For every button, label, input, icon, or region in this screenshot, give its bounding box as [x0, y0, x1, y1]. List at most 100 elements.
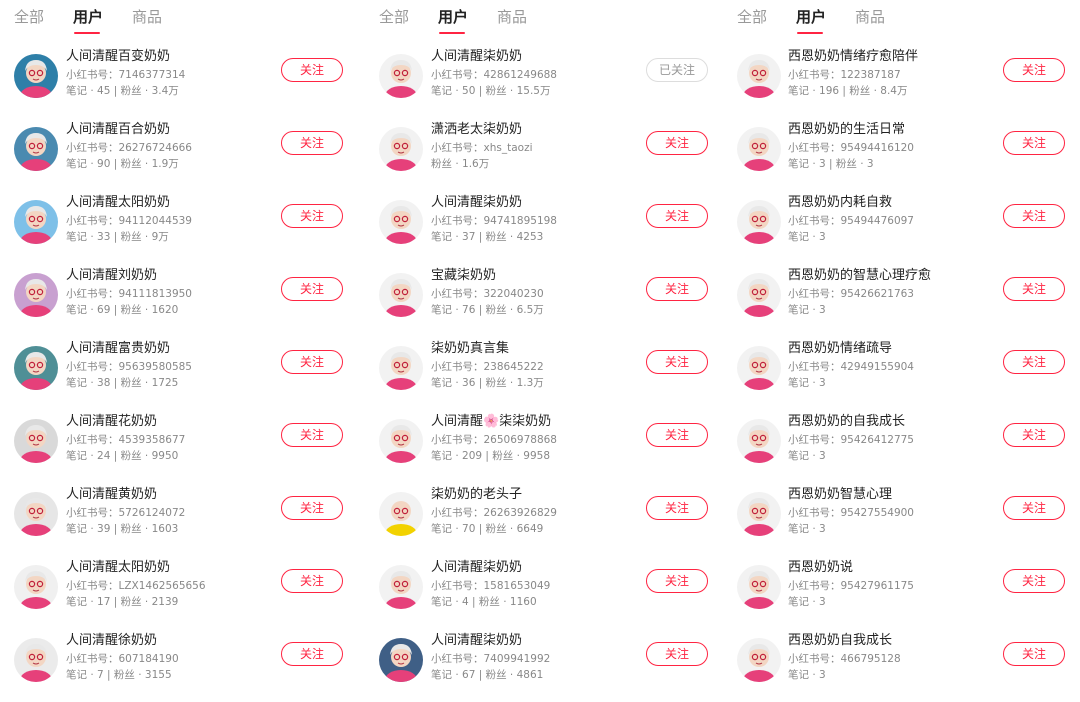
user-row[interactable]: 宝藏柒奶奶 小红书号：322040230 笔记 · 76 | 粉丝 · 6.5万 关注 — [379, 267, 729, 337]
avatar[interactable] — [379, 54, 423, 98]
avatar[interactable] — [14, 346, 58, 390]
avatar[interactable] — [737, 200, 781, 244]
follow-button[interactable]: 关注 — [281, 350, 343, 374]
follow-button[interactable]: 关注 — [1003, 58, 1065, 82]
user-name[interactable]: 西恩奶奶智慧心理 — [788, 486, 892, 504]
user-row[interactable]: 西恩奶奶情绪疗愈陪伴 小红书号：122387187 笔记 · 196 | 粉丝 · … — [737, 48, 1080, 118]
user-name[interactable]: 人间清醒徐奶奶 — [66, 632, 157, 650]
user-row[interactable]: 人间清醒刘奶奶 小红书号：94111813950 笔记 · 69 | 粉丝 · 16… — [14, 267, 364, 337]
user-name[interactable]: 柒奶奶真言集 — [431, 340, 509, 358]
follow-button[interactable]: 关注 — [646, 423, 708, 447]
user-row[interactable]: 西恩奶奶情绪疏导 小红书号：42949155904 笔记 · 3 关注 — [737, 340, 1080, 410]
avatar[interactable] — [737, 419, 781, 463]
follow-button[interactable]: 关注 — [646, 496, 708, 520]
follow-button[interactable]: 关注 — [281, 642, 343, 666]
user-name[interactable]: 人间清醒太阳奶奶 — [66, 194, 170, 212]
user-name[interactable]: 人间清醒百变奶奶 — [66, 48, 170, 66]
user-name[interactable]: 人间清醒柒奶奶 — [431, 632, 522, 650]
user-name[interactable]: 人间清醒柒奶奶 — [431, 559, 522, 577]
user-name[interactable]: 人间清醒刘奶奶 — [66, 267, 157, 285]
user-name[interactable]: 西恩奶奶的智慧心理疗愈 — [788, 267, 931, 285]
user-name[interactable]: 西恩奶奶情绪疗愈陪伴 — [788, 48, 918, 66]
avatar[interactable] — [14, 492, 58, 536]
follow-button[interactable]: 关注 — [281, 569, 343, 593]
follow-button[interactable]: 关注 — [1003, 642, 1065, 666]
avatar[interactable] — [379, 565, 423, 609]
user-name[interactable]: 人间清醒富贵奶奶 — [66, 340, 170, 358]
user-name[interactable]: 人间清醒太阳奶奶 — [66, 559, 170, 577]
user-row[interactable]: 人间清醒百变奶奶 小红书号：7146377314 笔记 · 45 | 粉丝 · 3.… — [14, 48, 364, 118]
user-row[interactable]: 西恩奶奶的生活日常 小红书号：95494416120 笔记 · 3 | 粉丝 · 3… — [737, 121, 1080, 191]
user-row[interactable]: 人间清醒🌸柒柒奶奶 小红书号：26506978868 笔记 · 209 | 粉丝 ·… — [379, 413, 729, 483]
user-row[interactable]: 柒奶奶真言集 小红书号：238645222 笔记 · 36 | 粉丝 · 1.3万 关… — [379, 340, 729, 410]
user-name[interactable]: 人间清醒花奶奶 — [66, 413, 157, 431]
user-name[interactable]: 西恩奶奶的生活日常 — [788, 121, 905, 139]
avatar[interactable] — [14, 273, 58, 317]
avatar[interactable] — [737, 492, 781, 536]
user-row[interactable]: 人间清醒柒奶奶 小红书号：94741895198 笔记 · 37 | 粉丝 · 42… — [379, 194, 729, 264]
user-row[interactable]: 西恩奶奶智慧心理 小红书号：95427554900 笔记 · 3 关注 — [737, 486, 1080, 556]
user-row[interactable]: 人间清醒太阳奶奶 小红书号：94112044539 笔记 · 33 | 粉丝 · 9… — [14, 194, 364, 264]
user-name[interactable]: 西恩奶奶说 — [788, 559, 853, 577]
avatar[interactable] — [14, 54, 58, 98]
user-name[interactable]: 西恩奶奶情绪疏导 — [788, 340, 892, 358]
avatar[interactable] — [14, 638, 58, 682]
user-row[interactable]: 西恩奶奶说 小红书号：95427961175 笔记 · 3 关注 — [737, 559, 1080, 629]
user-name[interactable]: 人间清醒黄奶奶 — [66, 486, 157, 504]
follow-button[interactable]: 关注 — [646, 350, 708, 374]
avatar[interactable] — [737, 54, 781, 98]
avatar[interactable] — [379, 346, 423, 390]
user-row[interactable]: 人间清醒黄奶奶 小红书号：5726124072 笔记 · 39 | 粉丝 · 160… — [14, 486, 364, 556]
tab-users[interactable]: 用户 — [438, 6, 468, 27]
follow-button[interactable]: 关注 — [646, 131, 708, 155]
follow-button[interactable]: 关注 — [1003, 350, 1065, 374]
following-button[interactable]: 已关注 — [646, 58, 708, 82]
user-name[interactable]: 潇洒老太柒奶奶 — [431, 121, 522, 139]
avatar[interactable] — [379, 273, 423, 317]
user-name[interactable]: 柒奶奶的老头子 — [431, 486, 522, 504]
avatar[interactable] — [737, 638, 781, 682]
avatar[interactable] — [14, 419, 58, 463]
follow-button[interactable]: 关注 — [1003, 569, 1065, 593]
avatar[interactable] — [379, 492, 423, 536]
user-row[interactable]: 人间清醒柒奶奶 小红书号：7409941992 笔记 · 67 | 粉丝 · 486… — [379, 632, 729, 702]
user-name[interactable]: 人间清醒🌸柒柒奶奶 — [431, 413, 551, 431]
tab-all[interactable]: 全部 — [379, 6, 409, 27]
user-row[interactable]: 人间清醒柒奶奶 小红书号：42861249688 笔记 · 50 | 粉丝 · 15… — [379, 48, 729, 118]
user-row[interactable]: 西恩奶奶内耗自救 小红书号：95494476097 笔记 · 3 关注 — [737, 194, 1080, 264]
follow-button[interactable]: 关注 — [1003, 496, 1065, 520]
user-name[interactable]: 宝藏柒奶奶 — [431, 267, 496, 285]
follow-button[interactable]: 关注 — [1003, 423, 1065, 447]
avatar[interactable] — [379, 127, 423, 171]
follow-button[interactable]: 关注 — [646, 569, 708, 593]
avatar[interactable] — [14, 127, 58, 171]
user-row[interactable]: 西恩奶奶的智慧心理疗愈 小红书号：95426621763 笔记 · 3 关注 — [737, 267, 1080, 337]
avatar[interactable] — [379, 419, 423, 463]
follow-button[interactable]: 关注 — [1003, 204, 1065, 228]
user-row[interactable]: 柒奶奶的老头子 小红书号：26263926829 笔记 · 70 | 粉丝 · 66… — [379, 486, 729, 556]
tab-products[interactable]: 商品 — [497, 6, 527, 27]
user-name[interactable]: 西恩奶奶的自我成长 — [788, 413, 905, 431]
follow-button[interactable]: 关注 — [646, 204, 708, 228]
follow-button[interactable]: 关注 — [281, 423, 343, 447]
user-row[interactable]: 人间清醒太阳奶奶 小红书号：LZX1462565656 笔记 · 17 | 粉丝 ·… — [14, 559, 364, 629]
user-row[interactable]: 人间清醒百合奶奶 小红书号：26276724666 笔记 · 90 | 粉丝 · 1… — [14, 121, 364, 191]
avatar[interactable] — [14, 565, 58, 609]
follow-button[interactable]: 关注 — [1003, 131, 1065, 155]
tab-all[interactable]: 全部 — [737, 6, 767, 27]
avatar[interactable] — [737, 565, 781, 609]
user-name[interactable]: 人间清醒柒奶奶 — [431, 194, 522, 212]
user-name[interactable]: 人间清醒柒奶奶 — [431, 48, 522, 66]
avatar[interactable] — [737, 273, 781, 317]
user-name[interactable]: 西恩奶奶自我成长 — [788, 632, 892, 650]
user-row[interactable]: 人间清醒富贵奶奶 小红书号：95639580585 笔记 · 38 | 粉丝 · 1… — [14, 340, 364, 410]
tab-users[interactable]: 用户 — [796, 6, 826, 27]
avatar[interactable] — [379, 638, 423, 682]
follow-button[interactable]: 关注 — [646, 642, 708, 666]
user-name[interactable]: 西恩奶奶内耗自救 — [788, 194, 892, 212]
avatar[interactable] — [379, 200, 423, 244]
follow-button[interactable]: 关注 — [281, 496, 343, 520]
avatar[interactable] — [14, 200, 58, 244]
tab-products[interactable]: 商品 — [132, 6, 162, 27]
user-name[interactable]: 人间清醒百合奶奶 — [66, 121, 170, 139]
